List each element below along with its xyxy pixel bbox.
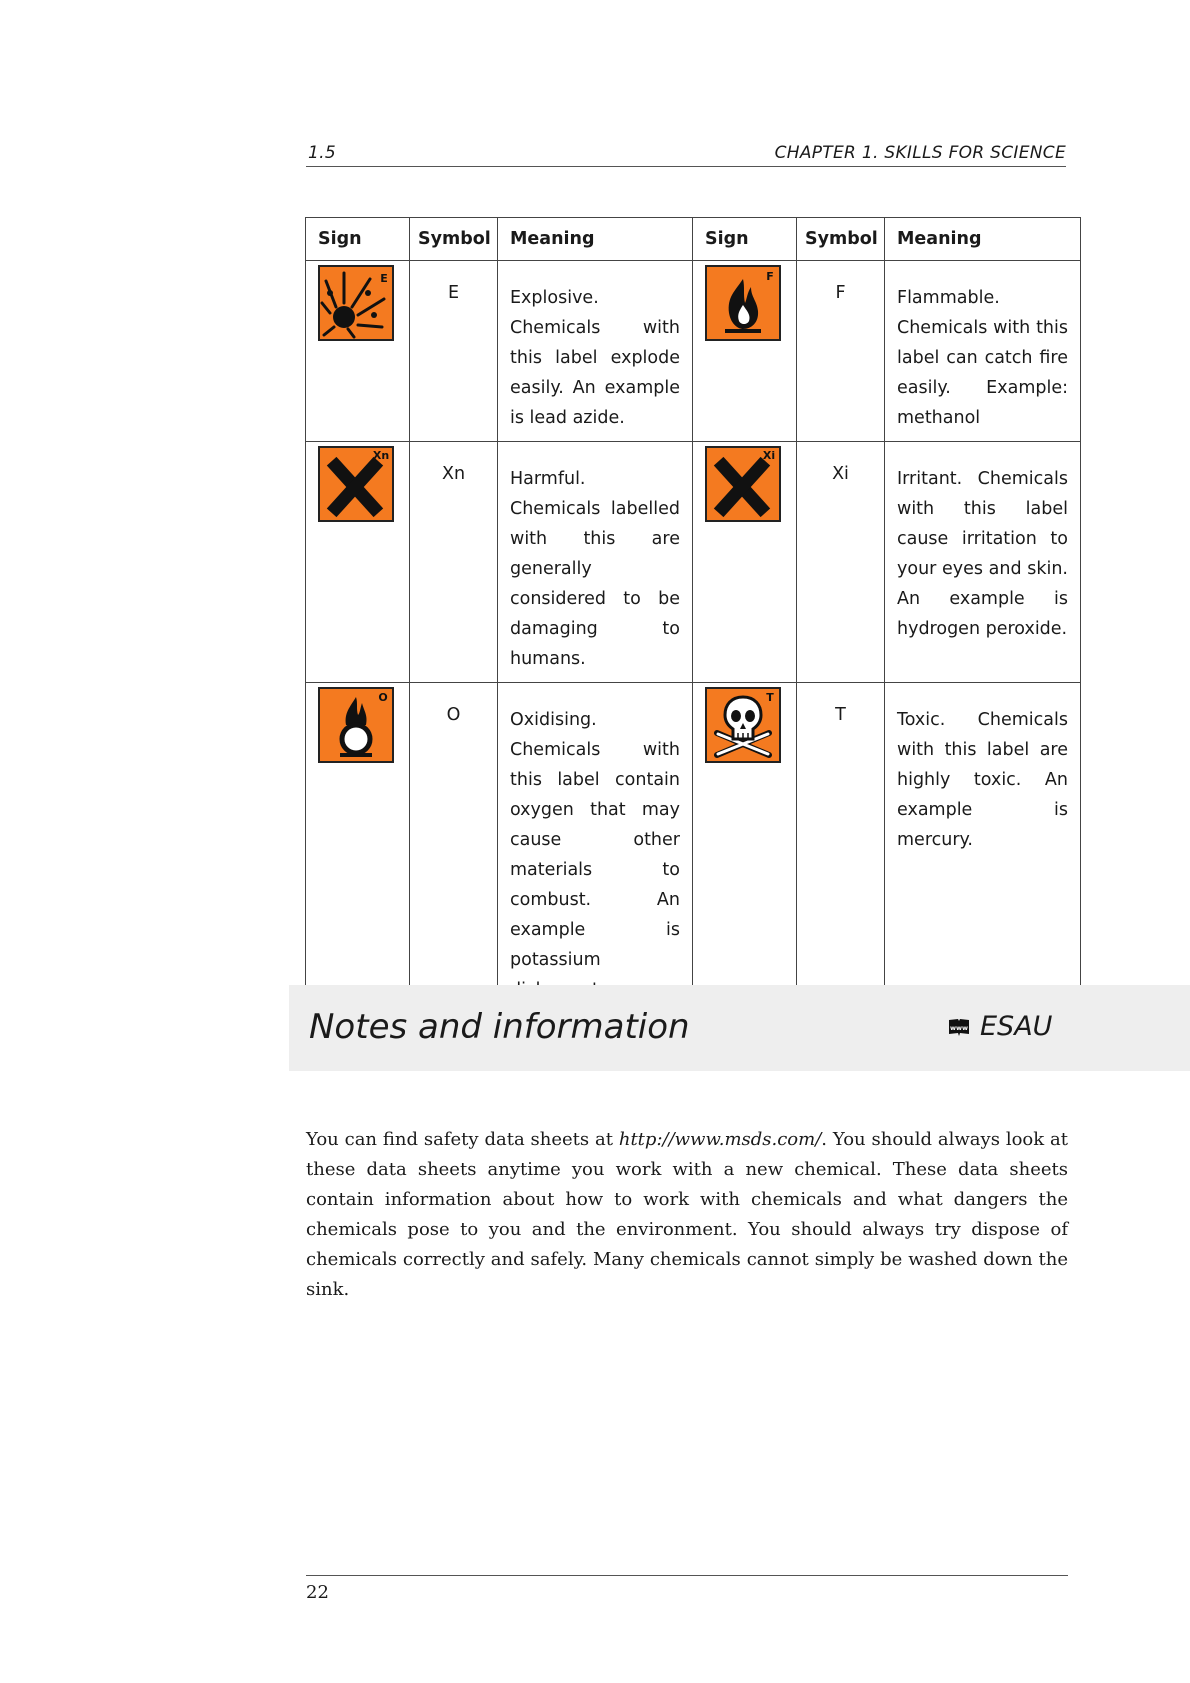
svg-text:www: www xyxy=(950,1024,968,1032)
explosive-icon: E xyxy=(318,265,394,341)
svg-text:O: O xyxy=(378,691,387,704)
www-book-icon: www xyxy=(949,1018,969,1036)
irritant-icon: Xi xyxy=(705,446,781,522)
page-number: 22 xyxy=(306,1582,329,1603)
table-row: O O Oxidising. Chemicals with this label… xyxy=(305,682,1081,1014)
table-row: E E Explosive. Chemicals with this label… xyxy=(305,260,1081,442)
sign-cell: T xyxy=(692,682,797,1014)
paragraph-text: . You should always look at these data s… xyxy=(306,1129,1068,1300)
symbol-cell: E xyxy=(409,260,498,442)
chapter-title: CHAPTER 1. SKILLS FOR SCIENCE xyxy=(774,143,1066,163)
table-row: Xn Xn Harmful. Chemicals labelled with t… xyxy=(305,441,1081,683)
svg-text:E: E xyxy=(380,272,388,285)
svg-text:F: F xyxy=(766,270,774,283)
column-header-sign: Sign xyxy=(692,217,797,261)
esa-code-link[interactable]: www ESAU xyxy=(948,1011,1052,1042)
running-header: 1.5 CHAPTER 1. SKILLS FOR SCIENCE xyxy=(306,140,1066,167)
column-header-meaning: Meaning xyxy=(884,217,1081,261)
meaning-cell: Explosive. Chemicals with this label exp… xyxy=(497,260,693,442)
sign-cell: Xn xyxy=(305,441,410,683)
column-header-symbol: Symbol xyxy=(409,217,498,261)
section-number: 1.5 xyxy=(308,143,336,163)
footer-divider xyxy=(306,1575,1068,1576)
hazard-symbols-table: Sign Symbol Meaning Sign Symbol Meaning … xyxy=(305,217,1081,1014)
meaning-cell: Flammable. Chemicals with this label can… xyxy=(884,260,1081,442)
symbol-cell: F xyxy=(796,260,885,442)
paragraph-text: You can find safety data sheets at xyxy=(306,1129,619,1150)
sign-cell: E xyxy=(305,260,410,442)
harmful-icon: Xn xyxy=(318,446,394,522)
flammable-icon: F xyxy=(705,265,781,341)
meaning-cell: Toxic. Chemicals with this label are hig… xyxy=(884,682,1081,1014)
table-header-row: Sign Symbol Meaning Sign Symbol Meaning xyxy=(305,217,1081,261)
meaning-cell: Oxidising. Chemicals with this label con… xyxy=(497,682,693,1014)
symbol-cell: Xi xyxy=(796,441,885,683)
sign-cell: Xi xyxy=(692,441,797,683)
column-header-sign: Sign xyxy=(305,217,410,261)
section-heading: Notes and information xyxy=(309,1007,690,1047)
section-code: ESAU xyxy=(980,1011,1053,1042)
symbol-cell: O xyxy=(409,682,498,1014)
sign-cell: F xyxy=(692,260,797,442)
symbol-cell: Xn xyxy=(409,441,498,683)
column-header-meaning: Meaning xyxy=(497,217,693,261)
msds-link[interactable]: http://www.msds.com/ xyxy=(619,1129,821,1150)
notes-banner: Notes and information www ESAU xyxy=(289,985,1190,1071)
svg-text:Xi: Xi xyxy=(763,449,775,462)
symbol-cell: T xyxy=(796,682,885,1014)
column-header-symbol: Symbol xyxy=(796,217,885,261)
meaning-cell: Harmful. Chemicals labelled with this ar… xyxy=(497,441,693,683)
oxidising-icon: O xyxy=(318,687,394,763)
svg-text:T: T xyxy=(766,691,774,704)
meaning-cell: Irritant. Chemicals with this label caus… xyxy=(884,441,1081,683)
notes-paragraph: You can find safety data sheets at http:… xyxy=(306,1125,1068,1305)
toxic-icon: T xyxy=(705,687,781,763)
sign-cell: O xyxy=(305,682,410,1014)
